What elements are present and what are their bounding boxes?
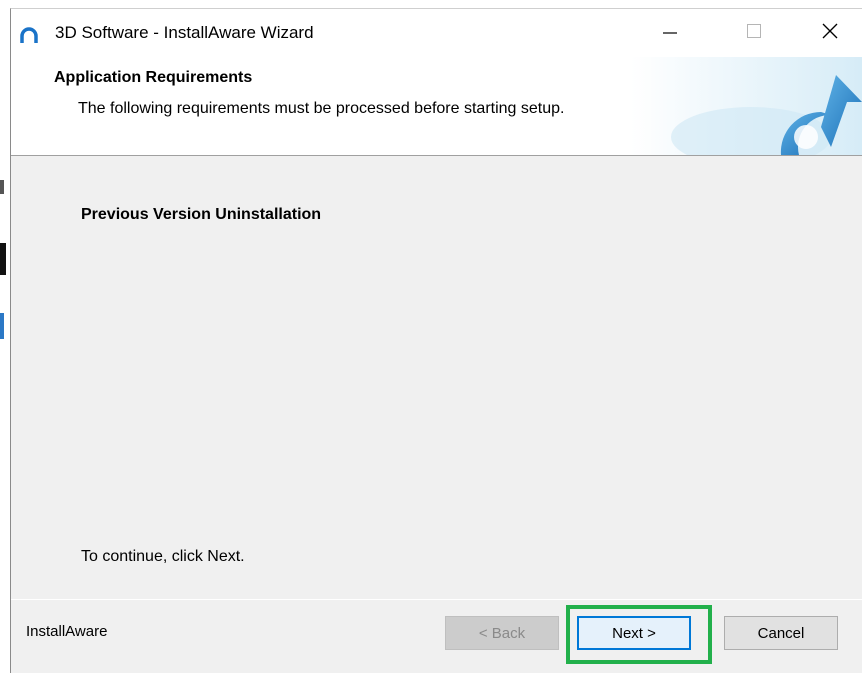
background-fragment: [0, 243, 6, 275]
wizard-header: Application Requirements The following r…: [11, 57, 862, 156]
back-button[interactable]: < Back: [445, 616, 559, 650]
background-fragment: [0, 180, 4, 194]
maximize-icon: [746, 23, 762, 43]
background-window-edge: [0, 0, 10, 673]
close-icon: [821, 22, 839, 44]
installaware-banner-graphic: [631, 57, 862, 155]
installer-window: 3D Software - InstallAware Wizard Applic…: [10, 8, 862, 673]
next-button[interactable]: Next >: [577, 616, 691, 650]
minimize-button[interactable]: [647, 9, 693, 57]
page-title: Application Requirements: [54, 69, 253, 86]
installaware-arc-icon: [19, 25, 39, 45]
minimize-icon: [662, 23, 678, 43]
page-subtitle: The following requirements must be proce…: [78, 100, 565, 117]
brand-label: InstallAware: [26, 623, 108, 640]
cancel-button[interactable]: Cancel: [724, 616, 838, 650]
instruction-text: To continue, click Next.: [81, 548, 245, 565]
title-bar[interactable]: 3D Software - InstallAware Wizard: [11, 9, 862, 57]
close-button[interactable]: [807, 9, 853, 57]
window-title: 3D Software - InstallAware Wizard: [55, 23, 314, 42]
maximize-button[interactable]: [731, 9, 777, 57]
requirement-item-title: Previous Version Uninstallation: [81, 206, 322, 223]
footer-divider: [11, 599, 862, 600]
screen: 3D Software - InstallAware Wizard Applic…: [0, 0, 862, 673]
background-fragment: [0, 313, 4, 339]
